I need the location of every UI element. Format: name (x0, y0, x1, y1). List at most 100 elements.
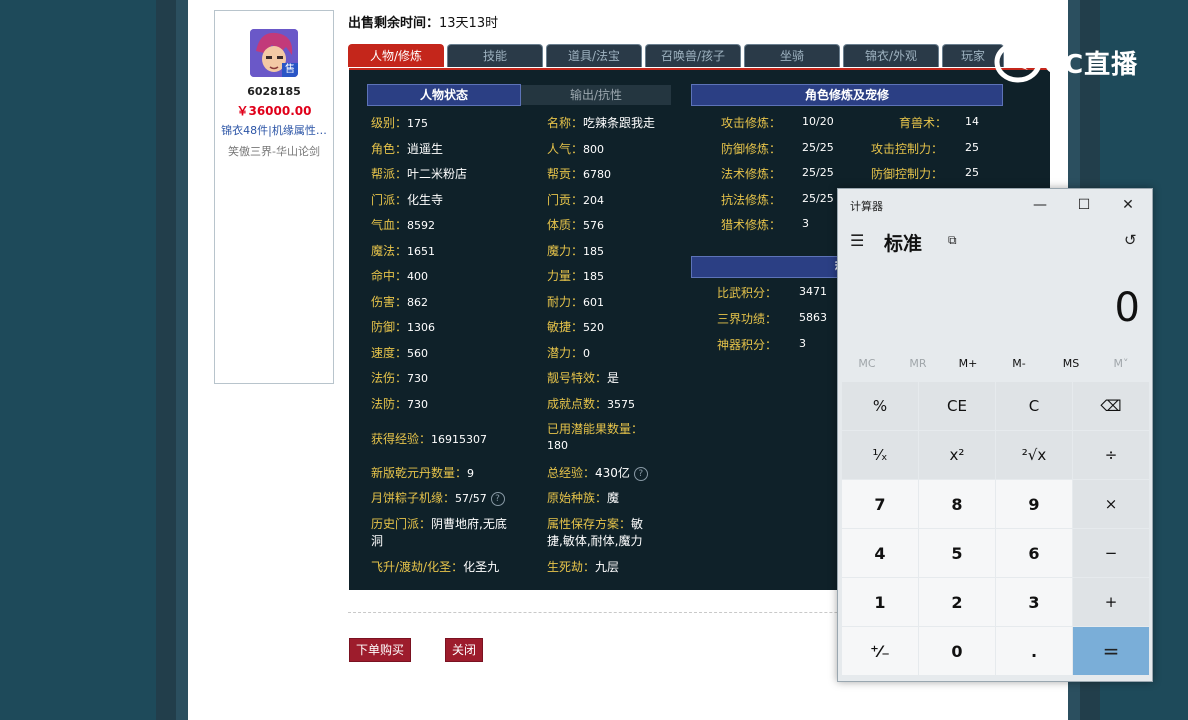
digit-7-key[interactable]: 7 (842, 480, 918, 528)
listing-price: ￥36000.00 (236, 104, 312, 118)
attr-achievement: 成就点数：3575 (547, 397, 636, 411)
attr-guild-contribution: 帮贡：6780 (547, 167, 612, 181)
help-icon[interactable]: ? (633, 466, 648, 481)
decimal-key[interactable]: . (996, 627, 1072, 675)
cult-pet-value: 14 (965, 115, 979, 128)
multiply-key[interactable]: × (1073, 480, 1149, 528)
attr-special-id: 靓号特效：是 (547, 371, 620, 385)
attr-race: 原始种族：魔 (547, 491, 620, 505)
attr-level: 级别：175 (371, 116, 429, 130)
digit-3-key[interactable]: 3 (996, 578, 1072, 626)
detail-tabs: 人物/修炼 技能 道具/法宝 召唤兽/孩子 坐骑 锦衣/外观 玩家 (348, 44, 1038, 68)
attr-potential: 潜力：0 (547, 346, 591, 360)
tab-character-cultivation[interactable]: 人物/修炼 (348, 44, 444, 67)
history-icon[interactable]: ↺ (1124, 231, 1137, 249)
listing-tags-link[interactable]: 锦衣48件|机缘属性… (217, 122, 331, 138)
avatar[interactable]: 售 (250, 29, 298, 77)
digit-1-key[interactable]: 1 (842, 578, 918, 626)
digit-5-key[interactable]: 5 (919, 529, 995, 577)
attr-magic-power: 魔力：185 (547, 244, 605, 258)
memory-recall-button[interactable]: MR (893, 357, 943, 370)
reciprocal-key[interactable]: ¹⁄ₓ (842, 431, 918, 479)
cult-pet-label: 育兽术： (899, 116, 948, 130)
cult-attack-label: 攻击修炼： (721, 116, 782, 130)
bg-stripe-left-inner (176, 0, 188, 720)
attr-constitution: 体质：576 (547, 218, 605, 232)
clear-key[interactable]: C (996, 382, 1072, 430)
digit-6-key[interactable]: 6 (996, 529, 1072, 577)
tab-skills[interactable]: 技能 (447, 44, 543, 67)
hamburger-menu-icon[interactable]: ☰ (850, 231, 864, 250)
cult-hunt-label: 猎术修炼： (721, 218, 782, 232)
attr-strength: 力量：185 (547, 269, 605, 283)
percent-key[interactable]: % (842, 382, 918, 430)
header-character-status[interactable]: 人物状态 (367, 84, 521, 106)
attr-damage: 伤害：862 (371, 295, 429, 309)
attr-potential-fruit: 已用潜能果数量： (547, 422, 644, 436)
backspace-key[interactable]: ⌫ (1073, 382, 1149, 430)
keep-on-top-icon[interactable]: ⧉ (948, 233, 957, 248)
cc-live-logo: CC直播 (994, 40, 1154, 84)
cult-defense-control-value: 25 (965, 166, 979, 179)
negate-key[interactable]: ⁺⁄₋ (842, 627, 918, 675)
clear-entry-key[interactable]: CE (919, 382, 995, 430)
attr-agility: 敏捷：520 (547, 320, 605, 334)
plus-key[interactable]: + (1073, 578, 1149, 626)
attr-experience: 获得经验：16915307 (371, 432, 488, 446)
attr-school-contribution: 门贡：204 (547, 193, 605, 207)
seller-card: 售 6028185 ￥36000.00 锦衣48件|机缘属性… 笑傲三界-华山论… (214, 10, 334, 384)
close-icon[interactable]: ✕ (1108, 193, 1148, 217)
header-cultivation: 角色修炼及宠修 (691, 84, 1003, 106)
calculator-display: 0 (1114, 285, 1140, 331)
score-merit-value: 5863 (799, 311, 827, 324)
cult-magic-label: 法术修炼： (721, 167, 782, 181)
cult-hunt-value: 3 (802, 217, 809, 230)
calculator-mode: 标准 (884, 233, 923, 255)
cult-attack-control-value: 25 (965, 141, 979, 154)
memory-list-button[interactable]: M˅ (1096, 357, 1146, 370)
cult-resist-value: 25/25 (802, 192, 834, 205)
equals-key[interactable]: = (1073, 627, 1149, 675)
digit-9-key[interactable]: 9 (996, 480, 1072, 528)
header-output-resist[interactable]: 输出/抗性 (521, 85, 671, 105)
for-sale-badge: 售 (282, 63, 298, 77)
remaining-time: 出售剩余时间：13天13时 (348, 12, 498, 31)
attr-total-exp: 总经验：430亿 ? (547, 464, 648, 481)
memory-clear-button[interactable]: MC (842, 357, 892, 370)
score-pvp-value: 3471 (799, 285, 827, 298)
digit-2-key[interactable]: 2 (919, 578, 995, 626)
minus-key[interactable]: − (1073, 529, 1149, 577)
attr-endurance: 耐力：601 (547, 295, 605, 309)
attr-ascension: 飞升/渡劫/化圣：化圣九 (371, 560, 500, 574)
memory-subtract-button[interactable]: M- (994, 357, 1044, 370)
attr-defense: 防御：1306 (371, 320, 436, 334)
square-key[interactable]: x² (919, 431, 995, 479)
attr-save-plan: 属性保存方案：敏 (547, 517, 644, 531)
digit-0-key[interactable]: 0 (919, 627, 995, 675)
minimize-icon[interactable]: — (1020, 193, 1060, 217)
tab-mounts[interactable]: 坐骑 (744, 44, 840, 67)
digit-8-key[interactable]: 8 (919, 480, 995, 528)
attr-magic-defense: 法防：730 (371, 397, 429, 411)
memory-add-button[interactable]: M+ (943, 357, 993, 370)
cult-defense-value: 25/25 (802, 141, 834, 154)
score-pvp-label: 比武积分： (717, 286, 778, 300)
close-button[interactable]: 关闭 (445, 638, 483, 662)
attr-qianyuan-pills: 新版乾元丹数量：9 (371, 466, 475, 480)
digit-4-key[interactable]: 4 (842, 529, 918, 577)
attr-mp: 魔法：1651 (371, 244, 436, 258)
attr-mooncake-chance: 月饼粽子机缘：57/57 ? (371, 489, 505, 506)
attr-name: 名称：吃辣条跟我走 (547, 116, 656, 130)
help-icon[interactable]: ? (490, 491, 505, 506)
buy-button[interactable]: 下单购买 (349, 638, 411, 662)
calculator-titlebar[interactable]: 计算器 — ☐ ✕ (838, 189, 1152, 221)
attr-school: 门派：化生寺 (371, 193, 444, 207)
cult-attack-control-label: 攻击控制力： (871, 142, 944, 156)
maximize-icon[interactable]: ☐ (1064, 193, 1104, 217)
tab-summons-children[interactable]: 召唤兽/孩子 (645, 44, 741, 67)
memory-store-button[interactable]: MS (1046, 357, 1096, 370)
tab-outfits[interactable]: 锦衣/外观 (843, 44, 939, 67)
divide-key[interactable]: ÷ (1073, 431, 1149, 479)
tab-items-treasures[interactable]: 道具/法宝 (546, 44, 642, 67)
square-root-key[interactable]: ²√x (996, 431, 1072, 479)
